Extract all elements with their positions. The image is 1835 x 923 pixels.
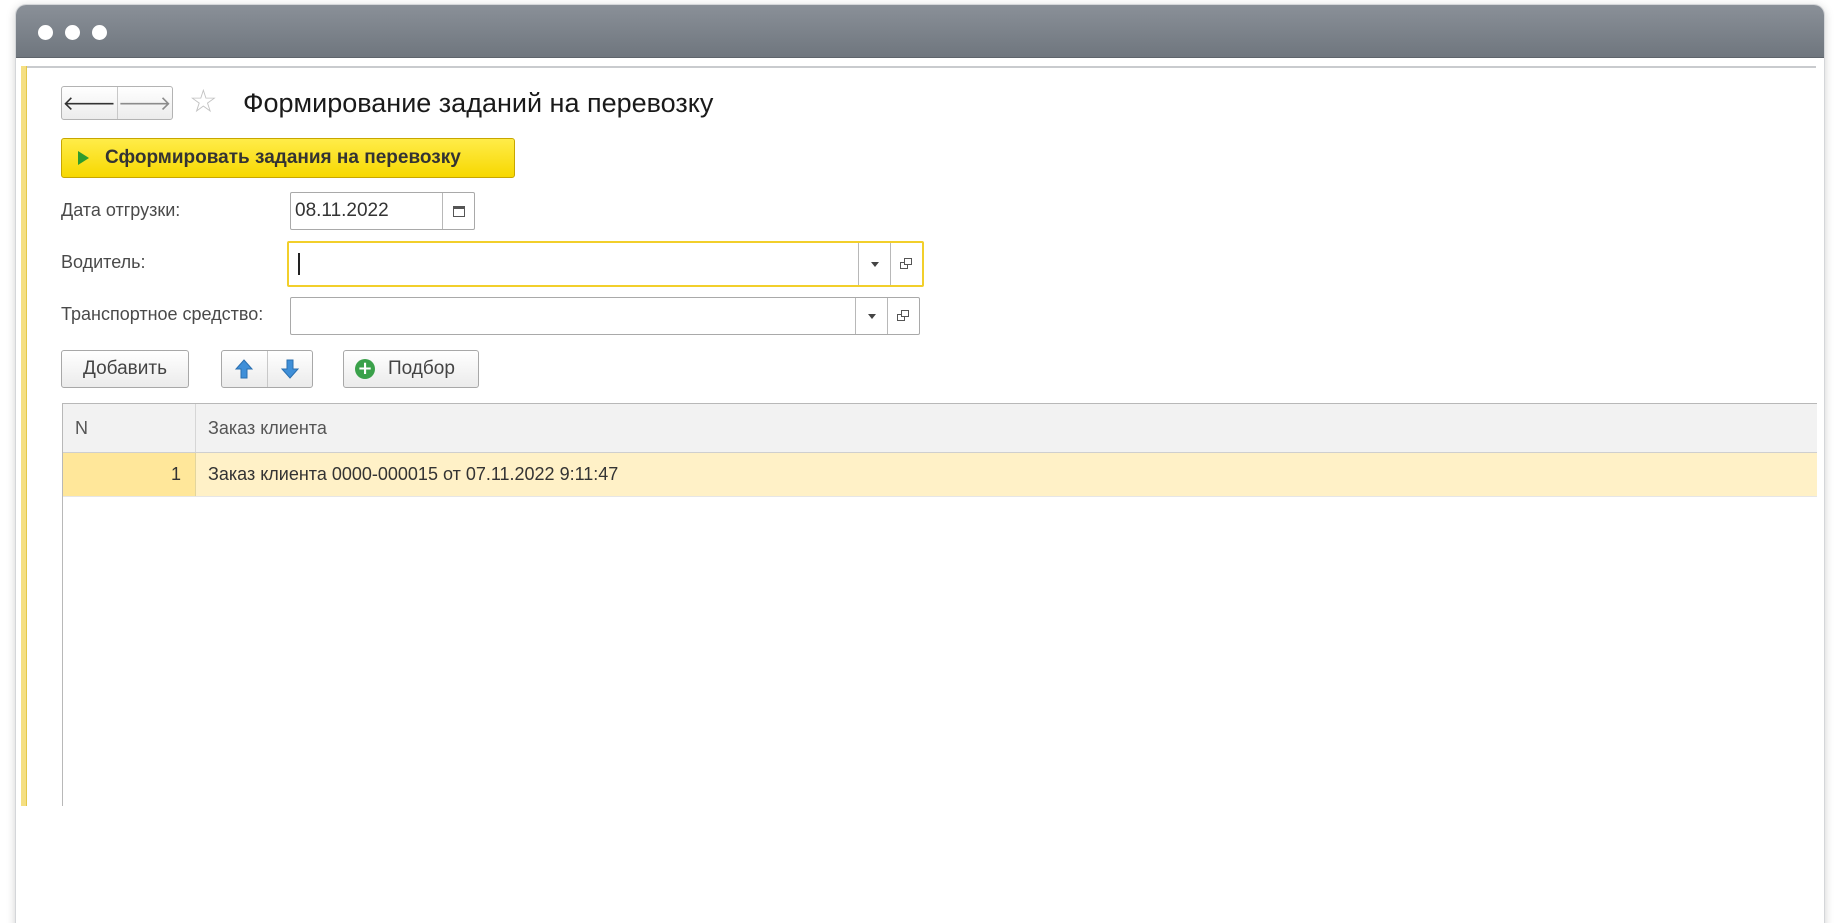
orders-table: N Заказ клиента 1 Заказ клиента 0000-000…	[62, 403, 1817, 806]
transport-tasks-form: 🡐 🡒 ☆ Формирование заданий на перевозку …	[21, 66, 1817, 806]
arrow-left-icon: 🡐	[62, 92, 117, 115]
window-minimize-dot[interactable]	[65, 25, 80, 40]
vehicle-label: Транспортное средство:	[61, 304, 264, 324]
row-number-cell[interactable]: 1	[63, 453, 196, 496]
arrow-up-icon	[235, 359, 254, 379]
create-transport-tasks-label: Сформировать задания на перевозку	[105, 147, 461, 168]
dropdown-arrow-icon	[867, 313, 876, 319]
vehicle-dropdown-button[interactable]	[855, 298, 887, 334]
navigation-buttons: 🡐 🡒	[61, 86, 173, 120]
shipment-date-input[interactable]	[291, 193, 442, 229]
vehicle-input[interactable]	[291, 298, 855, 334]
star-icon[interactable]: ☆	[189, 84, 218, 118]
play-icon	[78, 151, 89, 165]
create-transport-tasks-button[interactable]: Сформировать задания на перевозку	[61, 138, 515, 178]
forward-button[interactable]: 🡒	[118, 87, 173, 119]
plus-circle-icon: +	[355, 359, 375, 379]
move-buttons	[221, 350, 313, 388]
back-button[interactable]: 🡐	[62, 87, 118, 119]
shipment-date-field	[290, 192, 475, 230]
page-title: Формирование заданий на перевозку	[243, 88, 714, 118]
move-down-button[interactable]	[268, 351, 313, 387]
column-header-order[interactable]: Заказ клиента	[196, 404, 1817, 452]
select-button[interactable]: + Подбор	[343, 350, 479, 388]
dropdown-arrow-icon	[870, 261, 879, 267]
shipment-date-label: Дата отгрузки:	[61, 200, 181, 220]
table-row[interactable]: 1 Заказ клиента 0000-000015 от 07.11.202…	[63, 453, 1817, 497]
arrow-down-icon	[280, 359, 299, 379]
window-close-dot[interactable]	[38, 25, 53, 40]
driver-input[interactable]	[289, 243, 858, 285]
open-form-icon	[897, 310, 910, 322]
select-button-label: Подбор	[388, 358, 455, 379]
driver-open-button[interactable]	[890, 243, 922, 285]
open-form-icon	[900, 258, 913, 270]
column-header-n[interactable]: N	[63, 404, 196, 452]
add-button[interactable]: Добавить	[61, 350, 189, 388]
calendar-icon	[452, 205, 465, 217]
order-cell[interactable]: Заказ клиента 0000-000015 от 07.11.2022 …	[196, 453, 1817, 496]
vehicle-field	[290, 297, 920, 335]
text-cursor	[298, 253, 300, 275]
table-header: N Заказ клиента	[63, 404, 1817, 453]
move-up-button[interactable]	[222, 351, 268, 387]
driver-field	[287, 241, 924, 287]
form-top-divider	[21, 66, 1816, 68]
vehicle-open-button[interactable]	[887, 298, 919, 334]
window-titlebar	[16, 5, 1824, 58]
arrow-right-icon: 🡒	[117, 92, 172, 115]
driver-dropdown-button[interactable]	[858, 243, 890, 285]
calendar-button[interactable]	[442, 193, 474, 229]
window-maximize-dot[interactable]	[92, 25, 107, 40]
driver-label: Водитель:	[61, 252, 146, 272]
form-active-indicator	[21, 66, 27, 806]
